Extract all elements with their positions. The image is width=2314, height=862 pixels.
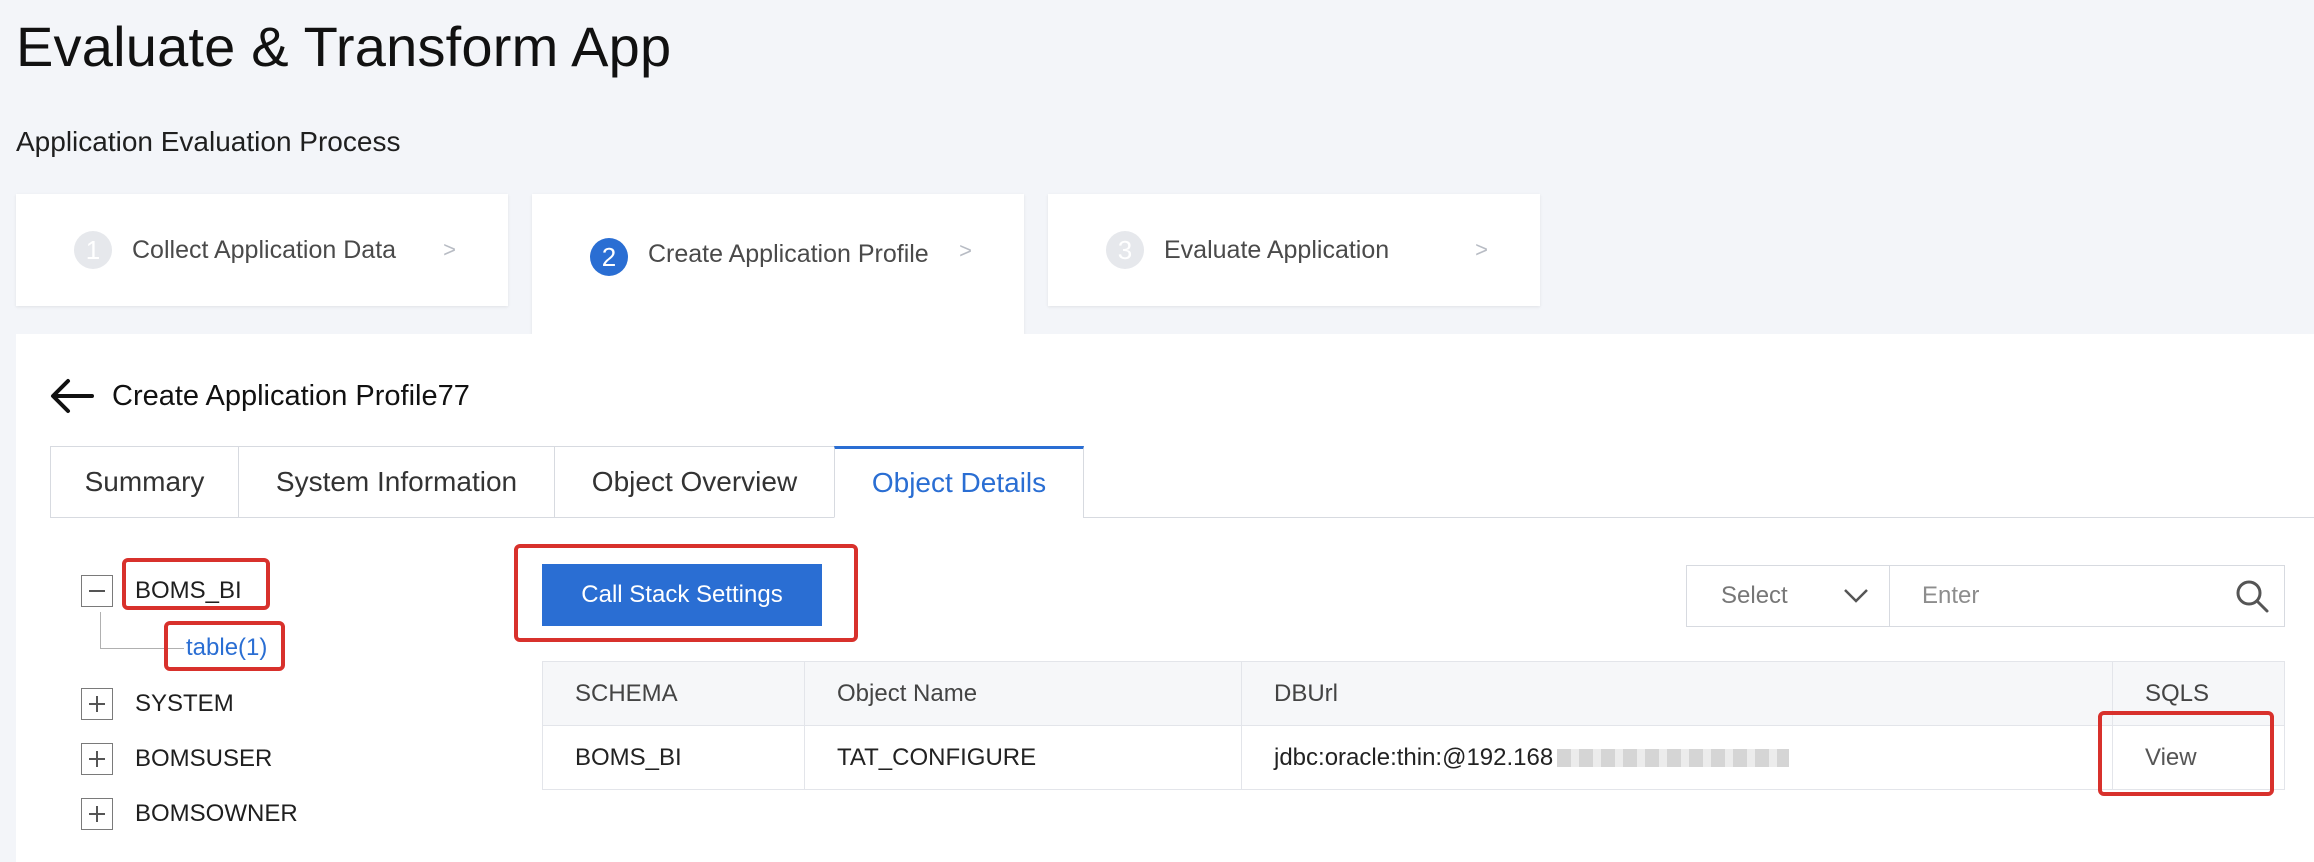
- tab-object-details[interactable]: Object Details: [834, 446, 1084, 518]
- column-header-dburl: DBUrl: [1241, 661, 2113, 726]
- step-number: 3: [1106, 231, 1144, 269]
- step-create-profile[interactable]: 2 Create Application Profile >: [532, 194, 1024, 334]
- tree-label[interactable]: SYSTEM: [135, 690, 234, 718]
- cell-schema: BOMS_BI: [542, 725, 805, 790]
- object-details-table: SCHEMA Object Name DBUrl SQLS BOMS_BI TA…: [542, 661, 2285, 790]
- step-label: Evaluate Application: [1164, 235, 1390, 264]
- back-arrow-icon[interactable]: [50, 376, 94, 416]
- column-header-schema: SCHEMA: [542, 661, 805, 726]
- tree-node-bomsuser[interactable]: BOMSUSER: [81, 743, 272, 775]
- tree-node-system[interactable]: SYSTEM: [81, 688, 234, 720]
- tab-bar: Summary System Information Object Overvi…: [50, 446, 1084, 518]
- app-title: Evaluate & Transform App: [16, 15, 672, 78]
- table-row: BOMS_BI TAT_CONFIGURE jdbc:oracle:thin:@…: [542, 725, 2285, 790]
- highlight-box: [164, 621, 285, 671]
- collapse-icon[interactable]: [81, 575, 113, 607]
- highlight-box: [122, 558, 270, 610]
- cell-dburl: jdbc:oracle:thin:@192.168: [1241, 725, 2113, 790]
- tab-object-overview[interactable]: Object Overview: [554, 446, 834, 518]
- tree-node-bomsowner[interactable]: BOMSOWNER: [81, 798, 298, 830]
- tree-connector: [100, 612, 101, 648]
- back-row: Create Application Profile77: [50, 376, 470, 416]
- tree-label[interactable]: BOMSOWNER: [135, 800, 298, 828]
- step-label: Create Application Profile: [648, 240, 929, 268]
- tree-label[interactable]: BOMSUSER: [135, 745, 272, 773]
- step-evaluate[interactable]: 3 Evaluate Application >: [1048, 194, 1540, 306]
- search-icon[interactable]: [2234, 578, 2270, 614]
- filter-select[interactable]: Select: [1686, 565, 1890, 627]
- step-number: 2: [590, 238, 628, 276]
- cell-object-name: TAT_CONFIGURE: [804, 725, 1242, 790]
- highlight-box: [514, 544, 858, 642]
- dburl-text: jdbc:oracle:thin:@192.168: [1274, 743, 1554, 771]
- select-value: Select: [1721, 582, 1788, 609]
- chevron-right-icon: >: [443, 237, 456, 262]
- step-collect-data[interactable]: 1 Collect Application Data >: [16, 194, 508, 306]
- table-header-row: SCHEMA Object Name DBUrl SQLS: [542, 661, 2285, 726]
- profile-title: Create Application Profile77: [112, 379, 470, 412]
- search-box: [1889, 565, 2285, 627]
- redacted-mask: [1557, 749, 1790, 768]
- step-label: Collect Application Data: [132, 235, 397, 264]
- chevron-right-icon: >: [959, 238, 972, 263]
- tab-summary[interactable]: Summary: [50, 446, 238, 518]
- expand-icon[interactable]: [81, 688, 113, 720]
- highlight-box: [2098, 711, 2274, 796]
- search-input[interactable]: [1922, 582, 2234, 610]
- process-title: Application Evaluation Process: [16, 126, 401, 157]
- expand-icon[interactable]: [81, 743, 113, 775]
- step-number: 1: [74, 231, 112, 269]
- tabs-divider: [1083, 517, 2314, 518]
- chevron-right-icon: >: [1475, 237, 1488, 262]
- tab-system-information[interactable]: System Information: [238, 446, 554, 518]
- column-header-object-name: Object Name: [804, 661, 1242, 726]
- chevron-down-icon: [1844, 589, 1868, 603]
- expand-icon[interactable]: [81, 798, 113, 830]
